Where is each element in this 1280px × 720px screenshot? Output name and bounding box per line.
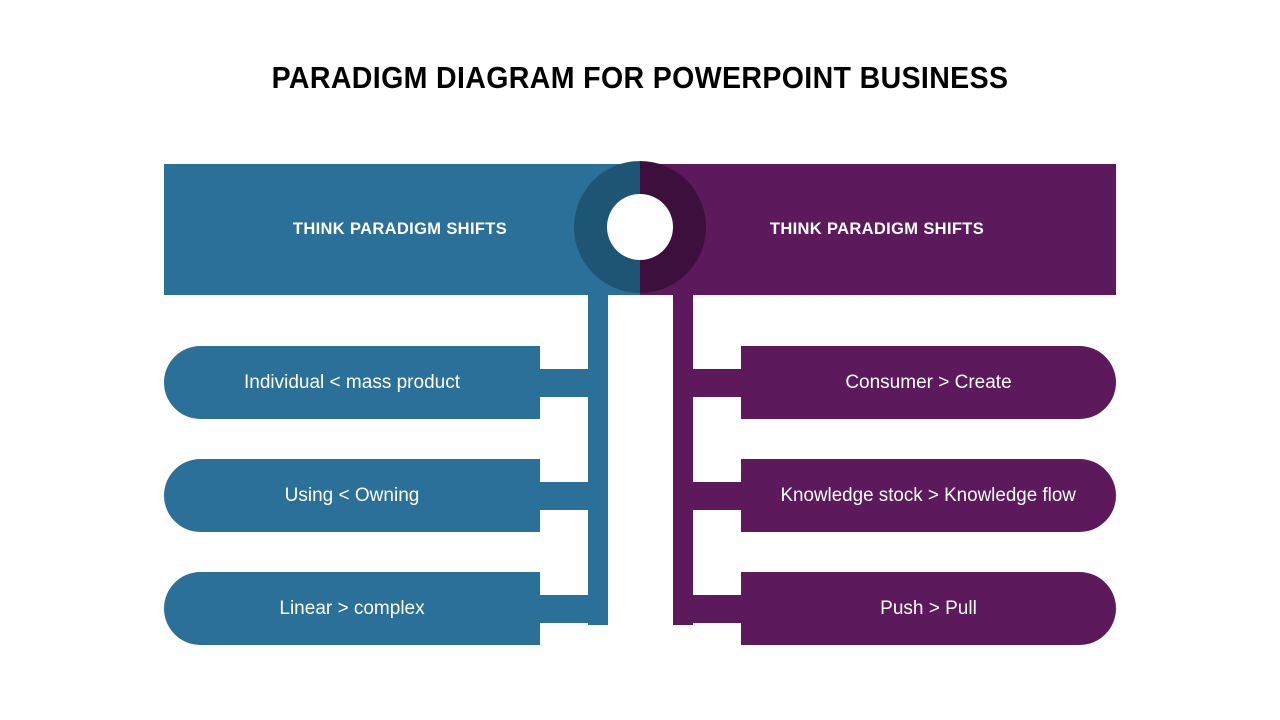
right-header-label: THINK PARADIGM SHIFTS: [769, 220, 985, 238]
right-header-bar[interactable]: THINK PARADIGM SHIFTS: [640, 164, 1116, 295]
left-item-2-label: Using < Owning: [284, 484, 420, 506]
right-item-3[interactable]: Push > Pull: [741, 572, 1116, 645]
left-item-1[interactable]: Individual < mass product: [164, 346, 540, 419]
right-item-1-label: Consumer > Create: [845, 371, 1012, 393]
right-item-1[interactable]: Consumer > Create: [741, 346, 1116, 419]
right-connector-branch-2: [673, 482, 741, 510]
left-header-bar[interactable]: THINK PARADIGM SHIFTS: [164, 164, 640, 295]
left-item-2[interactable]: Using < Owning: [164, 459, 540, 532]
right-item-2-label: Knowledge stock > Knowledge flow: [780, 484, 1077, 506]
left-header-label: THINK PARADIGM SHIFTS: [292, 220, 508, 238]
left-item-3[interactable]: Linear > complex: [164, 572, 540, 645]
right-connector-branch-1: [673, 369, 741, 397]
left-connector-branch-3: [540, 595, 608, 623]
center-donut-icon: [574, 161, 706, 293]
slide-canvas: PARADIGM DIAGRAM FOR POWERPOINT BUSINESS…: [0, 0, 1280, 720]
left-item-3-label: Linear > complex: [279, 597, 425, 619]
donut-center-hole: [607, 194, 673, 260]
left-item-1-label: Individual < mass product: [244, 371, 460, 393]
right-connector-branch-3: [673, 595, 741, 623]
left-connector-branch-1: [540, 369, 608, 397]
right-item-2[interactable]: Knowledge stock > Knowledge flow: [741, 459, 1116, 532]
right-connector-spine: [673, 295, 693, 625]
left-connector-spine: [588, 295, 608, 625]
page-title: PARADIGM DIAGRAM FOR POWERPOINT BUSINESS: [271, 60, 1009, 95]
left-connector-branch-2: [540, 482, 608, 510]
right-item-3-label: Push > Pull: [880, 597, 977, 619]
